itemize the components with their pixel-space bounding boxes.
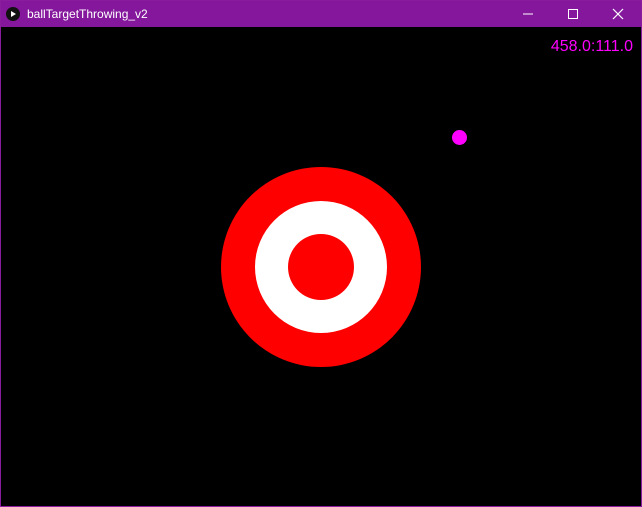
game-canvas[interactable]: 458.0:111.0 (1, 27, 641, 506)
maximize-icon (568, 9, 578, 19)
ball[interactable] (452, 130, 467, 145)
minimize-button[interactable] (505, 1, 551, 27)
app-window: ballTargetThrowing_v2 458.0:111.0 (0, 0, 642, 507)
close-button[interactable] (595, 1, 641, 27)
close-icon (612, 8, 624, 20)
play-icon (6, 7, 20, 21)
minimize-icon (523, 13, 533, 15)
maximize-button[interactable] (550, 1, 596, 27)
window-title: ballTargetThrowing_v2 (27, 7, 148, 21)
coordinate-readout: 458.0:111.0 (550, 38, 633, 55)
target-bullseye (288, 234, 354, 300)
title-bar[interactable]: ballTargetThrowing_v2 (1, 1, 641, 27)
